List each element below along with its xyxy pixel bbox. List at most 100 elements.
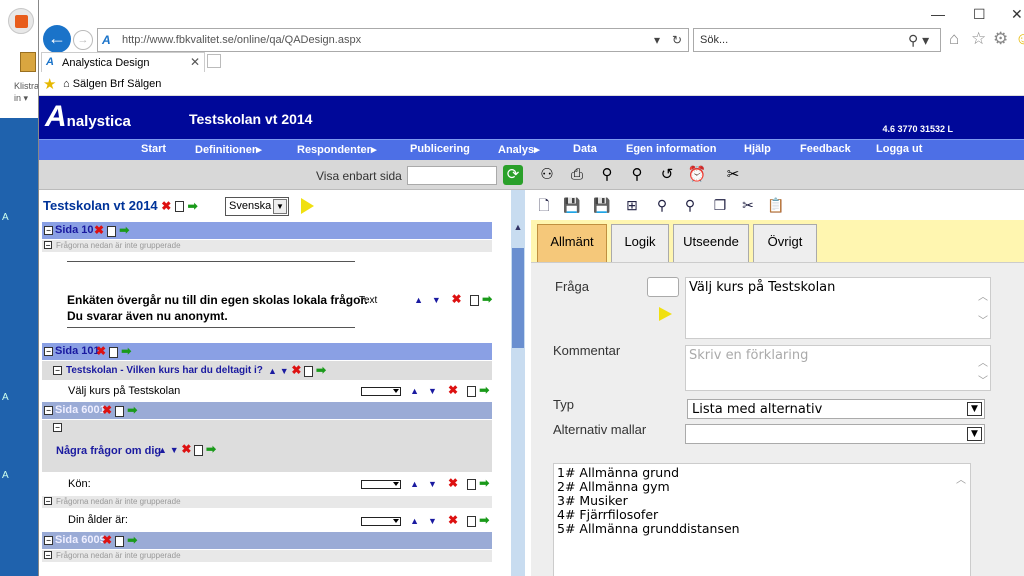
menu-data[interactable]: Data (573, 143, 597, 155)
zoom-settings-icon[interactable]: ⚲ (627, 165, 647, 185)
move-down-icon[interactable]: ▼ (170, 445, 179, 455)
page-header-sida-10[interactable]: − Sida 10 ✖ ➡ (42, 222, 492, 239)
arrow-right-icon[interactable]: ➡ (127, 403, 137, 417)
address-dropdown-icon[interactable]: ▾ (654, 33, 660, 47)
delete-icon[interactable]: ✖ (452, 292, 462, 306)
page-filter-input[interactable] (407, 166, 497, 185)
play-triangle-icon[interactable] (659, 307, 672, 321)
zoom-icon[interactable]: ⚲ (597, 165, 617, 185)
alternative-item[interactable]: 4# Fjärrfilosofer (557, 508, 967, 522)
search-box[interactable]: Sök... ⚲ ▾ (693, 28, 941, 52)
collapse-icon[interactable]: − (44, 536, 53, 545)
address-bar[interactable]: A http://www.fbkvalitet.se/online/qa/QAD… (97, 28, 689, 52)
delete-icon[interactable]: ✖ (102, 403, 112, 417)
favorites-icon[interactable]: ★ (43, 75, 56, 93)
move-down-icon[interactable]: ▼ (428, 479, 437, 489)
delete-icon[interactable]: ✖ (448, 476, 458, 490)
arrow-right-icon[interactable]: ➡ (188, 199, 198, 213)
type-dropdown[interactable] (361, 386, 401, 396)
type-dropdown[interactable] (361, 479, 401, 489)
smiley-feedback-icon[interactable]: ☺ (1015, 29, 1024, 49)
cut-icon[interactable]: ✂ (739, 196, 757, 214)
arrow-right-icon[interactable]: ➡ (127, 533, 137, 547)
delete-icon[interactable]: ✖ (161, 199, 171, 213)
collapse-icon[interactable]: − (44, 551, 52, 560)
document-icon[interactable] (115, 535, 125, 547)
new-document-icon[interactable]: 🗋 (535, 196, 553, 214)
alternative-item[interactable]: 3# Musiker (557, 494, 967, 508)
close-window-button[interactable]: ✕ (1011, 6, 1023, 23)
arrow-right-icon[interactable]: ➡ (479, 513, 489, 527)
menu-start[interactable]: Start (141, 143, 166, 155)
minimize-button[interactable]: — (931, 6, 945, 22)
chevron-down-icon[interactable]: ﹀ (978, 312, 988, 327)
document-icon[interactable] (174, 201, 184, 213)
template-select[interactable]: ▼ (685, 424, 985, 444)
delete-icon[interactable]: ✖ (291, 363, 301, 377)
address-text[interactable]: http://www.fbkvalitet.se/online/qa/QADes… (122, 34, 361, 46)
history-icon[interactable]: ↺ (657, 165, 677, 185)
menu-publicering[interactable]: Publicering (410, 143, 470, 155)
play-triangle-icon[interactable] (301, 198, 314, 214)
document-icon[interactable] (109, 346, 119, 358)
tools-icon[interactable]: ✂ (723, 165, 743, 185)
type-select[interactable]: Lista med alternativ ▼ (687, 399, 985, 419)
page-header-sida-6001[interactable]: − Sida 6001 ✖ ➡ (42, 402, 492, 419)
menu-definitioner[interactable]: Definitioner▸ (195, 143, 262, 156)
delete-icon[interactable]: ✖ (94, 223, 104, 237)
question-number-field[interactable] (647, 277, 679, 297)
maximize-button[interactable]: ☐ (973, 6, 986, 23)
alternative-item[interactable]: 5# Allmänna grunddistansen (557, 522, 967, 536)
alternatives-list[interactable]: 1# Allmänna grund 2# Allmänna gym 3# Mus… (553, 463, 971, 576)
paste-icon[interactable] (20, 52, 36, 72)
document-icon[interactable] (467, 385, 477, 397)
arrow-right-icon[interactable]: ➡ (119, 223, 129, 237)
type-dropdown[interactable] (361, 516, 401, 526)
tab-ovrigt[interactable]: Övrigt (753, 224, 817, 262)
collapse-icon[interactable]: − (44, 406, 53, 415)
office-button-icon[interactable] (8, 8, 34, 34)
tab-logik[interactable]: Logik (611, 224, 669, 262)
arrow-right-icon[interactable]: ➡ (121, 344, 131, 358)
delete-icon[interactable]: ✖ (448, 383, 458, 397)
binoculars-icon[interactable]: ⚇ (537, 165, 557, 185)
save-icon[interactable]: 💾 (563, 196, 581, 214)
collapse-icon[interactable]: − (44, 497, 52, 506)
collapse-icon[interactable]: − (44, 241, 52, 250)
question-group[interactable]: − Några frågor om dig ▲ ▼ ✖ ➡ (42, 420, 492, 472)
chevron-up-icon[interactable]: ︿ (956, 474, 966, 488)
search-icon[interactable]: ⚲ ▾ (908, 32, 929, 49)
menu-analys[interactable]: Analys▸ (498, 143, 540, 156)
move-down-icon[interactable]: ▼ (432, 295, 441, 305)
language-select[interactable]: Svenska ▼ (225, 197, 289, 216)
delete-icon[interactable]: ✖ (102, 533, 112, 547)
move-up-icon[interactable]: ▲ (158, 445, 167, 455)
document-icon[interactable] (470, 294, 480, 306)
move-up-icon[interactable]: ▲ (410, 386, 419, 396)
document-icon[interactable] (467, 515, 477, 527)
chevron-up-icon[interactable]: ︿ (978, 354, 988, 369)
question-group[interactable]: − Testskolan - Vilken kurs har du deltag… (42, 361, 492, 380)
printer-icon[interactable]: ⎙ (567, 165, 587, 185)
zoom-icon[interactable]: ⚲ (653, 196, 671, 214)
document-icon[interactable] (107, 225, 117, 237)
refresh-green-icon[interactable]: ⟳ (503, 165, 523, 185)
move-down-icon[interactable]: ▼ (428, 516, 437, 526)
menu-logga-ut[interactable]: Logga ut (876, 143, 922, 155)
menu-hjalp[interactable]: Hjälp (744, 143, 771, 155)
search-input[interactable]: Sök... (700, 34, 728, 46)
move-up-icon[interactable]: ▲ (410, 516, 419, 526)
paste-icon[interactable]: 📋 (767, 196, 785, 214)
favorite-link[interactable]: ⌂ Sälgen Brf Sälgen (63, 78, 161, 90)
question-text-field[interactable]: Välj kurs på Testskolan ︿ ﹀ (685, 277, 991, 339)
refresh-icon[interactable]: ↻ (672, 33, 682, 47)
alarm-clock-icon[interactable]: ⏰ (687, 165, 707, 185)
zoom-settings-icon[interactable]: ⚲ (681, 196, 699, 214)
page-header-sida-101[interactable]: − Sida 101 ✖ ➡ (42, 343, 492, 360)
move-up-icon[interactable]: ▲ (414, 295, 423, 305)
collapse-icon[interactable]: − (44, 226, 53, 235)
home-icon[interactable]: ⌂ (949, 29, 959, 49)
scroll-up-icon[interactable]: ▲ (513, 222, 523, 232)
copy-icon[interactable]: ❐ (711, 196, 729, 214)
page-header-sida-6009[interactable]: − Sida 6009 ✖ ➡ (42, 532, 492, 549)
